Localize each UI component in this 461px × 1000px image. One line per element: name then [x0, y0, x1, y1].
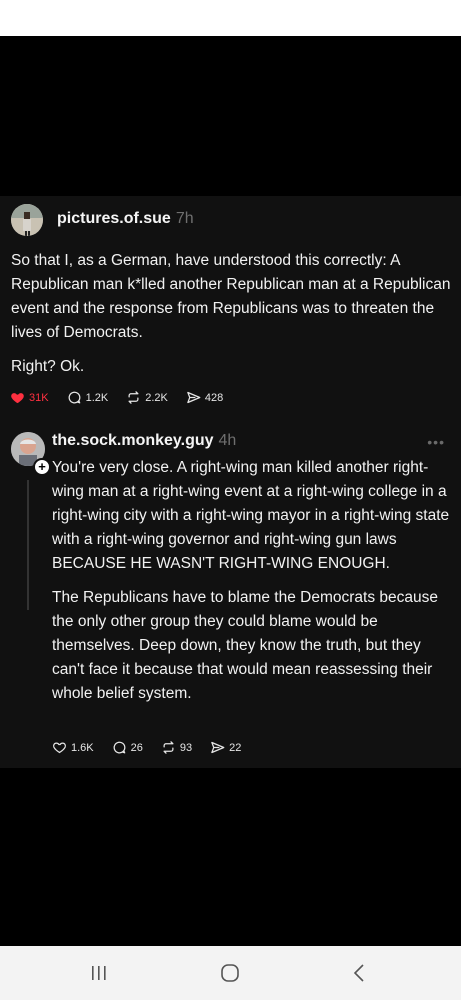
username-text[interactable]: the.sock.monkey.guy	[52, 432, 214, 449]
post-pictures-of-sue: pictures.of.sue 7h So that I, as a German…	[0, 196, 461, 420]
back-chevron-icon	[353, 964, 364, 982]
reply-icon	[113, 741, 126, 754]
recent-apps-button[interactable]	[87, 962, 111, 984]
post-time: 7h	[175, 210, 194, 227]
android-navigation-bar	[0, 946, 461, 1000]
thread-line	[27, 480, 29, 610]
post-time: 4h	[218, 432, 237, 449]
avatar-image	[11, 204, 43, 236]
share-count: 22	[229, 741, 242, 754]
username-text[interactable]: pictures.of.sue	[57, 210, 171, 227]
back-button[interactable]	[348, 962, 372, 984]
reply-icon	[68, 391, 81, 404]
home-icon	[221, 964, 239, 982]
screen-black-area-bottom	[0, 768, 461, 946]
post-paragraph: So that I, as a German, have understood …	[11, 252, 451, 341]
more-options-icon[interactable]: •••	[427, 434, 445, 450]
share-icon	[187, 391, 201, 404]
avatar[interactable]	[11, 204, 43, 236]
repost-button[interactable]: 2.2K	[126, 390, 168, 405]
share-count: 428	[204, 391, 224, 404]
share-icon	[211, 741, 225, 754]
post-paragraph: The Republicans have to blame the Democr…	[52, 589, 438, 702]
post-actions: 1.6K 26 93 22	[52, 740, 259, 755]
reply-count: 26	[130, 741, 143, 754]
repost-count: 2.2K	[145, 391, 168, 404]
post-actions: 31K 1.2K 2.2K 428	[10, 390, 241, 405]
share-button[interactable]: 428	[186, 390, 223, 405]
follow-plus-icon[interactable]: +	[33, 458, 51, 476]
share-button[interactable]: 22	[210, 740, 241, 755]
post-body: So that I, as a German, have understood …	[11, 249, 451, 389]
like-button[interactable]: 31K	[10, 390, 49, 405]
recent-apps-icon	[92, 966, 106, 980]
screen-black-area-top	[0, 36, 461, 196]
post-body: You're very close. A right-wing man kill…	[52, 456, 452, 716]
like-count: 1.6K	[71, 741, 94, 754]
post-paragraph: Right? Ok.	[11, 358, 85, 375]
post-the-sock-monkey-guy: + the.sock.monkey.guy 4h ••• You're very …	[0, 420, 461, 768]
screen-top-border	[0, 0, 461, 36]
like-button[interactable]: 1.6K	[52, 740, 94, 755]
repost-icon	[163, 741, 174, 754]
reply-button[interactable]: 26	[112, 740, 143, 755]
reply-button[interactable]: 1.2K	[67, 390, 109, 405]
heart-icon	[11, 393, 24, 404]
home-button[interactable]	[218, 962, 242, 984]
repost-icon	[128, 391, 139, 404]
username[interactable]: pictures.of.sue 7h	[57, 210, 194, 228]
repost-count: 93	[179, 741, 193, 754]
heart-icon	[52, 742, 67, 754]
username[interactable]: the.sock.monkey.guy 4h	[52, 432, 236, 450]
like-count: 31K	[29, 391, 49, 404]
repost-button[interactable]: 93	[161, 740, 192, 755]
post-paragraph: You're very close. A right-wing man kill…	[52, 459, 450, 572]
reply-count: 1.2K	[85, 391, 109, 404]
